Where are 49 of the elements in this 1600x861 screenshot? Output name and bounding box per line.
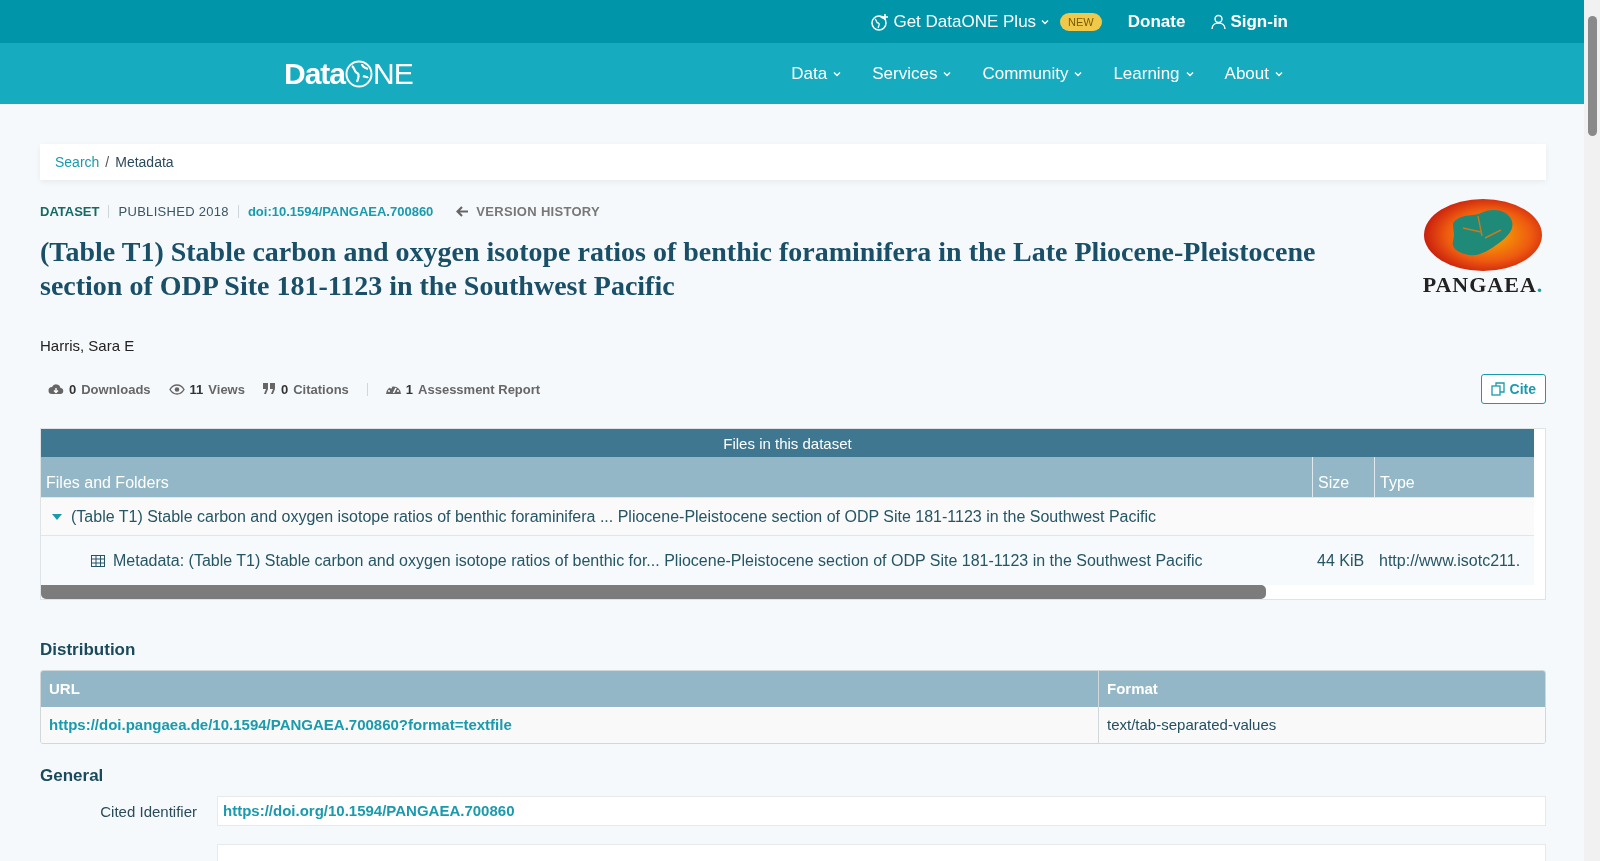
files-table-title: Files in this dataset (41, 429, 1534, 457)
donate-link[interactable]: Donate (1127, 11, 1186, 32)
section-heading: General (40, 766, 105, 786)
column-header: URL (48, 679, 81, 699)
section-heading: Distribution (40, 640, 137, 660)
url-link[interactable]: https://doi.pangaea.de/10.1594/PANGAEA.700860?format=textfile (49, 716, 512, 733)
author-name: Harris, Sara E (40, 337, 136, 354)
file-size: 44 KiB (1316, 551, 1366, 570)
metric-stat[interactable]: 0 Downloads (48, 381, 151, 397)
nav-menu[interactable]: Community (982, 63, 1084, 84)
metric-stat[interactable]: 11 Views (168, 381, 245, 397)
nav-menu[interactable]: Data (791, 63, 843, 84)
field-label: Cited Identifier (99, 802, 197, 820)
pangaea-logo-icon (1423, 198, 1543, 272)
file-name[interactable]: Metadata: (Table T1) Stable carbon and oxygen isotope ratios of benthic for... Pliocene-Pleistocene section of ODP Site 181-1123 in the Southwest Pacific (113, 551, 1203, 570)
user-icon (1211, 13, 1227, 30)
published-date: PUBLISHED 2018 (118, 204, 229, 219)
nav-menu[interactable]: About (1224, 63, 1284, 84)
file-type: http://www.isotc211. (1378, 551, 1522, 570)
table-cell: text/tab-separated-values (1098, 707, 1545, 743)
metric-stat[interactable]: 1 Assessment Report (385, 381, 541, 397)
doi-link[interactable]: doi:10.1594/PANGAEA.700860 (247, 204, 434, 219)
dataset-title: (Table T1) Stable carbon and oxygen isotope ratios of benthic foraminifera in the Late Pliocene-Pleistocene section of ODP Site 181-1123 in the Southwest Pacific (40, 235, 1317, 303)
breadcrumb-current[interactable]: Metadata (115, 154, 174, 170)
globe-icon (871, 12, 890, 31)
table-icon (91, 554, 105, 567)
copy-icon (1490, 382, 1505, 396)
arrow-left-icon (456, 206, 469, 217)
dataset-type: DATASET (40, 204, 100, 219)
nav-menu[interactable]: Services (872, 63, 953, 84)
scrollbar-thumb[interactable] (41, 585, 1266, 599)
sign-in-link[interactable]: Sign-in (1211, 11, 1288, 32)
breadcrumb-separator: / (105, 154, 110, 170)
pangaea-logo-text: PANGAEA. (1422, 272, 1544, 298)
breadcrumb-link[interactable]: Search (55, 154, 100, 170)
quote-icon (262, 383, 276, 395)
new-badge: NEW (1060, 12, 1102, 31)
cloud-download-icon (48, 383, 64, 395)
identifier-link[interactable]: https://doi.org/10.1594/PANGAEA.700860 (223, 802, 515, 819)
caret-down-icon[interactable] (51, 512, 63, 521)
eye-icon (168, 383, 185, 395)
cite-button[interactable]: Cite (1480, 374, 1546, 404)
scrollbar-thumb[interactable] (1587, 16, 1597, 136)
column-header: Files and Folders (45, 473, 170, 493)
version-history-link[interactable]: VERSION HISTORY (456, 204, 601, 219)
plus-link[interactable]: Get DataONE Plus NEW (871, 11, 1102, 32)
metric-stat[interactable]: 0 Citations (262, 381, 349, 397)
nav-menu[interactable]: Learning (1113, 63, 1195, 84)
dataone-logo[interactable]: Data NE (284, 56, 413, 91)
